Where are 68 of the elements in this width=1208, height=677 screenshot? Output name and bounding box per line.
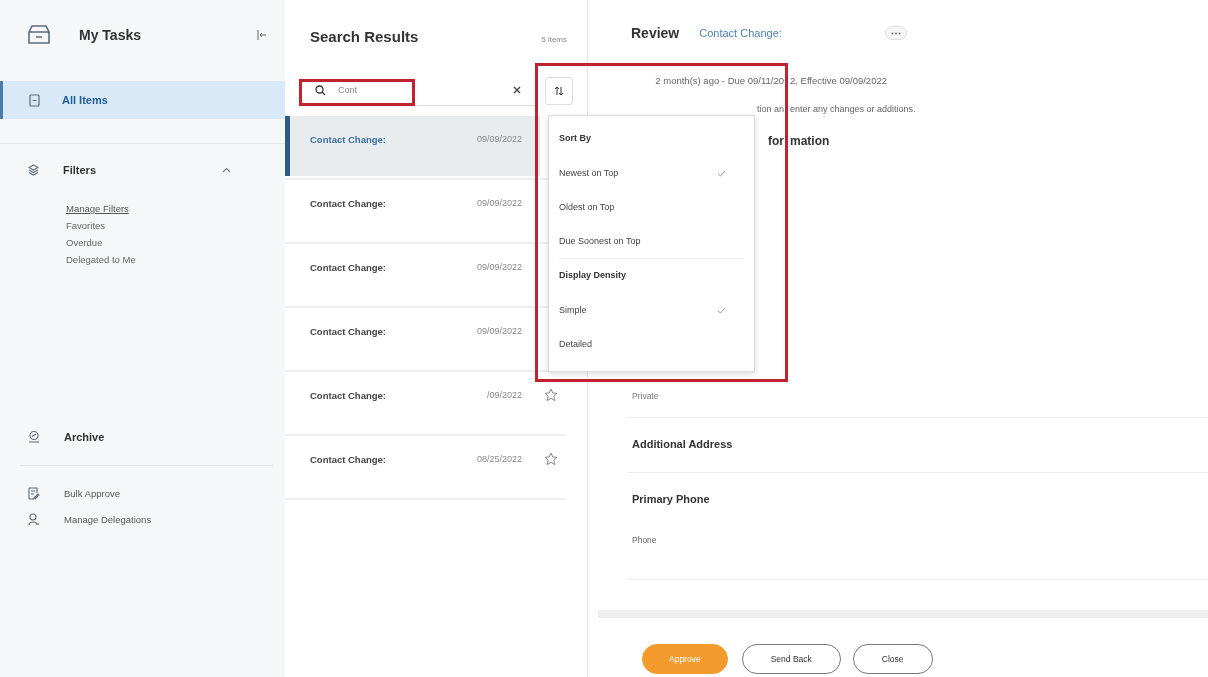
- document-icon: [28, 486, 40, 500]
- result-row[interactable]: Contact Change: 08/25/2022: [285, 436, 540, 496]
- row-title: Contact Change:: [310, 134, 387, 145]
- chevron-icon: [222, 167, 231, 173]
- menu-heading: Sort By: [558, 132, 592, 145]
- collapse-icon[interactable]: [257, 30, 267, 40]
- delegations-link[interactable]: Manage Delegations: [0, 506, 285, 532]
- row-date: 09/09/2022: [476, 262, 522, 272]
- menu-option[interactable]: Newest on Top: [549, 156, 754, 190]
- menu-option[interactable]: Simple: [549, 293, 754, 327]
- section-heading: for: [767, 134, 784, 148]
- instruction-text: tion an: [755, 104, 784, 114]
- sidebar-title: My Tasks: [79, 27, 142, 43]
- filter-link[interactable]: Overdue: [66, 237, 285, 248]
- row-title: Contact Change:: [310, 262, 387, 273]
- archive-item[interactable]: Archive: [0, 430, 285, 443]
- section-heading: mation: [790, 134, 830, 148]
- search-field[interactable]: Cont: [336, 84, 503, 96]
- filters-toggle[interactable]: Filters: [0, 164, 285, 176]
- row-date: 09/09/2022: [476, 134, 522, 144]
- result-row[interactable]: Contact Change: 09/09/2022: [285, 116, 540, 176]
- row-title: Contact Change:: [310, 198, 387, 209]
- sort-icon: [554, 85, 564, 96]
- task-meta: 2, Effective 09/09/2022: [790, 75, 887, 86]
- section-title: Additional Address: [632, 438, 734, 450]
- item-count: 5 items: [541, 35, 567, 44]
- document-icon: [29, 93, 40, 107]
- row-date: 09/09/2022: [476, 326, 522, 336]
- tray-icon: [27, 25, 51, 45]
- archive-icon: [28, 430, 40, 443]
- row-title: Contact Change:: [310, 390, 387, 401]
- person-icon: [28, 512, 40, 526]
- filter-link[interactable]: Favorites: [66, 220, 285, 231]
- instruction-text: enter any changes or additions.: [790, 104, 916, 114]
- clear-icon[interactable]: [513, 86, 521, 94]
- nav-item[interactable]: All Items: [0, 81, 285, 119]
- star-icon[interactable]: [544, 452, 558, 466]
- bulk-approve-link[interactable]: Bulk Approve: [0, 480, 285, 506]
- result-row[interactable]: Contact Change: 09/09/2022: [285, 308, 540, 368]
- menu-heading: Display Density: [558, 269, 628, 282]
- row-date: 08/25/2022: [476, 454, 522, 464]
- star-icon[interactable]: [544, 388, 558, 402]
- result-row[interactable]: Contact Change: 09/09/2022: [285, 180, 540, 240]
- task-meta: 2 month(s) ago - Due 09/11/20: [654, 75, 784, 86]
- visibility-value: Private: [632, 391, 660, 401]
- search-icon: [315, 84, 326, 96]
- row-title: Contact Change:: [310, 454, 387, 465]
- filter-link[interactable]: Manage Filters: [66, 203, 285, 214]
- row-title: Contact Change:: [310, 326, 387, 337]
- more-button[interactable]: [885, 26, 908, 40]
- menu-option[interactable]: Due Soonest on Top: [549, 224, 754, 258]
- action-button[interactable]: Close: [852, 644, 933, 674]
- menu-option[interactable]: Detailed: [549, 327, 754, 361]
- action-button[interactable]: Send Back: [741, 644, 841, 674]
- layers-icon: [28, 164, 39, 176]
- row-date: /09/2022: [486, 390, 522, 400]
- page-title: Review: [631, 25, 680, 41]
- field-label: Phone: [632, 535, 658, 545]
- result-row[interactable]: Contact Change: /09/2022: [285, 372, 540, 432]
- section-title: Primary Phone: [632, 493, 711, 505]
- sort-button[interactable]: [545, 76, 573, 105]
- subject-link[interactable]: Contact Change:: [699, 27, 886, 39]
- row-date: 09/09/2022: [476, 198, 522, 208]
- menu-option[interactable]: Oldest on Top: [549, 190, 754, 224]
- result-row[interactable]: Contact Change: 09/09/2022: [285, 244, 540, 304]
- panel-title: Search Results: [310, 28, 419, 45]
- more-icon: [891, 31, 902, 35]
- filter-link[interactable]: Delegated to Me: [66, 254, 285, 265]
